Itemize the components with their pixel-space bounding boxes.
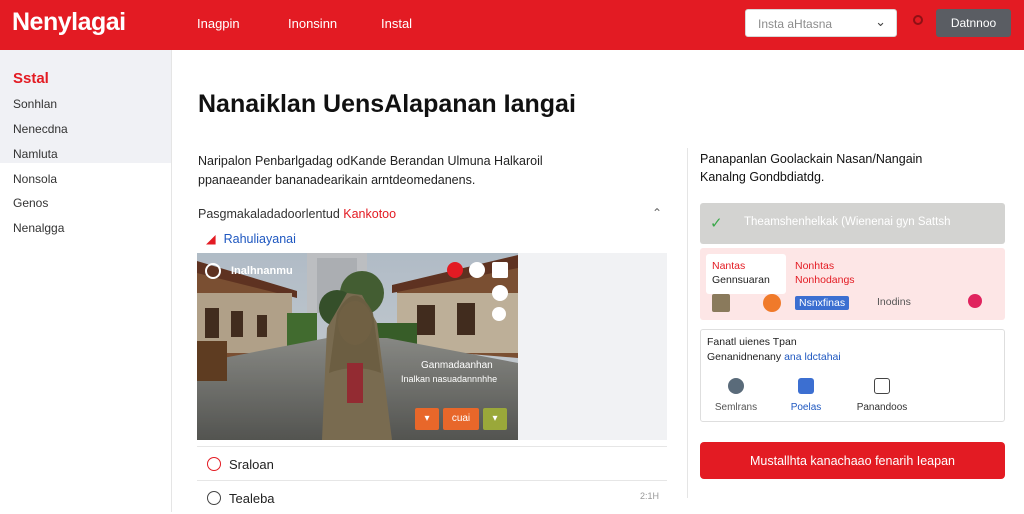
fullscreen-icon[interactable]: [492, 262, 508, 278]
sidebar-item-6[interactable]: Nenalgga: [13, 221, 64, 235]
document-icon: [874, 378, 890, 394]
check-icon: ✓: [710, 215, 723, 232]
sidebar: Sstal Sonhlan Nenecdna Namluta Nonsola G…: [0, 50, 172, 512]
photo-action-icon-2[interactable]: ▾: [483, 408, 507, 430]
notification-icon[interactable]: [913, 15, 923, 25]
info-value-2: Nonhodangs: [795, 274, 855, 286]
header-select[interactable]: Insta aHtasna ⌄: [745, 9, 897, 37]
sidebar-item-1[interactable]: Sonhlan: [13, 97, 57, 111]
location-label: Rahuliayanai: [223, 232, 296, 246]
info-card: Nantas Gennsuaran Nonhtas Nonhodangs Nsn…: [700, 248, 1005, 320]
list-item-label: Tealeba: [229, 491, 275, 506]
photo-caption-2: Inalkan nasuadannnhhe: [401, 374, 498, 384]
option-1[interactable]: Semlrans: [701, 378, 771, 413]
avatar: [712, 294, 730, 312]
pin-icon: [728, 378, 744, 394]
column-divider: [687, 148, 688, 498]
photo-label: Inalhnanmu: [231, 265, 293, 277]
option-2-label: Poelas: [790, 402, 822, 413]
header-action-button[interactable]: Datnnoo: [936, 9, 1011, 37]
intro-text: Naripalon Penbarlgadag odKande Berandan …: [198, 152, 578, 190]
section-header-text: Pasgmakaladadoorlentud: [198, 207, 340, 221]
sidebar-item-3[interactable]: Namluta: [13, 147, 58, 161]
section-header-accent: Kankotoo: [343, 207, 397, 221]
primary-cta-button[interactable]: Mustallhta kanachaao fenarih Ieapan: [700, 442, 1005, 479]
sidebar-item-5[interactable]: Genos: [13, 196, 48, 210]
nav-item-1[interactable]: Inagpin: [197, 16, 240, 31]
chevron-down-icon: ⌄: [875, 14, 886, 29]
brand-logo[interactable]: Nenylagai: [12, 8, 126, 37]
right-intro-line-1: Panapanlan Goolackain Nasan/Nangain: [700, 152, 923, 166]
option-1-label: Semlrans: [714, 402, 758, 413]
right-intro-line-2: Kanalng Gondbdiatdg.: [700, 170, 825, 184]
more-icon[interactable]: [492, 307, 506, 321]
image-icon: [798, 378, 814, 394]
options-card: Fanatl uienes Tpan Genanidnenany ana ldc…: [700, 329, 1005, 422]
intro-line-1: Naripalon Penbarlgadag odKande Berandan …: [198, 154, 543, 168]
list-item-meta: 2:1H: [639, 491, 659, 501]
pin-icon: ◢: [206, 232, 216, 246]
header-select-value: Insta aHtasna: [758, 17, 833, 31]
section-header[interactable]: Pasgmakaladadoorlentud Kankotoo: [198, 207, 396, 221]
share-icon[interactable]: [469, 262, 485, 278]
info-label-2: Nonhtas: [795, 260, 835, 272]
option-2[interactable]: Poelas: [771, 378, 841, 413]
options-line-1: Fanatl uienes Tpan: [707, 336, 797, 348]
photo-action-icon-1[interactable]: ▾: [415, 408, 439, 430]
page-title: Nanaiklan UensAlapanan Iangai: [198, 90, 576, 118]
location-link[interactable]: ◢ Rahuliayanai: [206, 231, 296, 246]
info-icon[interactable]: [492, 285, 508, 301]
list-item-label: Sraloan: [229, 457, 274, 472]
sidebar-item-4[interactable]: Nonsola: [13, 172, 57, 186]
info-label-1: Nantas: [712, 260, 746, 272]
option-3-label: Panandoos: [856, 402, 908, 413]
success-banner: ✓ Theamshenhelkak (Wienenai gyn Sattsh: [700, 203, 1005, 244]
camera-icon[interactable]: [205, 263, 221, 279]
right-intro: Panapanlan Goolackain Nasan/Nangain Kana…: [700, 150, 1000, 186]
flower-icon[interactable]: [968, 294, 982, 308]
tag-blue[interactable]: Nsnxfinas: [795, 296, 850, 310]
clock-icon: [207, 457, 221, 471]
photo-action-button[interactable]: cuai: [443, 408, 479, 430]
success-text: Theamshenhelkak (Wienenai gyn Sattsh: [744, 216, 951, 228]
info-value-1: Gennsuaran: [712, 274, 770, 286]
photo-caption-1: Ganmadaanhan: [421, 360, 493, 371]
options-link[interactable]: ana ldctahai: [784, 351, 841, 363]
list-item[interactable]: Sraloan: [197, 446, 667, 480]
info-circle-icon: [207, 491, 221, 505]
options-line-2-text: Genanidnenany: [707, 351, 782, 363]
options-line-2: Genanidnenany ana ldctahai: [707, 351, 841, 363]
badge-icon: [763, 294, 781, 312]
sidebar-item-2[interactable]: Nenecdna: [13, 122, 68, 136]
street-photo[interactable]: Inalhnanmu Ganmadaanhan Inalkan nasuadan…: [197, 253, 518, 440]
tag-text: Inodins: [877, 296, 911, 308]
option-3[interactable]: Panandoos: [847, 378, 917, 413]
record-icon[interactable]: [447, 262, 463, 278]
sidebar-title[interactable]: Sstal: [13, 70, 49, 87]
media-panel: Inalhnanmu Ganmadaanhan Inalkan nasuadan…: [197, 253, 667, 440]
chevron-up-icon[interactable]: ⌃: [652, 206, 662, 220]
nav-item-2[interactable]: Inonsinn: [288, 16, 337, 31]
top-bar: Nenylagai Inagpin Inonsinn Instal Insta …: [0, 0, 1024, 50]
nav-item-3[interactable]: Instal: [381, 16, 412, 31]
list-item[interactable]: Tealeba 2:1H: [197, 480, 667, 514]
intro-line-2: ppanaeander bananadearikain arntdeomedan…: [198, 173, 476, 187]
